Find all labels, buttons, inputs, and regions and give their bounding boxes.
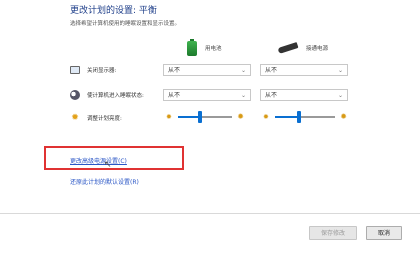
chevron-down-icon: ⌄	[240, 92, 246, 99]
slider-fill	[178, 116, 200, 118]
brightness-bright-icon: ✹	[237, 112, 244, 121]
chevron-down-icon: ⌄	[337, 92, 343, 99]
brightness-plugged-slider[interactable]: ✹ ✹	[263, 110, 347, 124]
display-battery-value: 从不	[168, 67, 181, 74]
brightness-dim-icon: ✹	[166, 113, 172, 121]
brightness-bright-icon: ✹	[340, 112, 347, 121]
setting-row-display: 关闭显示器:	[70, 63, 116, 77]
column-header-battery: 用电池	[187, 38, 222, 56]
save-button[interactable]: 保存修改	[309, 226, 357, 240]
sleep-plugged-select[interactable]: 从不 ⌄	[260, 89, 348, 101]
mouse-cursor-icon: ↖	[104, 160, 112, 170]
setting-row-sleep: 使计算机进入睡眠状态:	[70, 88, 144, 102]
display-battery-select[interactable]: 从不 ⌄	[163, 64, 251, 76]
slider-thumb[interactable]	[297, 111, 301, 123]
sleep-plugged-value: 从不	[265, 92, 278, 99]
setting-label-sleep: 使计算机进入睡眠状态:	[87, 93, 144, 99]
page-subtitle: 选择希望计算机使用的睡眠设置和显示设置。	[70, 21, 181, 27]
column-label-plugged-in: 接通电源	[306, 46, 329, 52]
page-title: 更改计划的设置: 平衡	[70, 6, 157, 16]
slider-thumb[interactable]	[197, 111, 202, 123]
setting-label-brightness: 调整计划亮度:	[87, 116, 122, 122]
slider-fill	[275, 116, 299, 118]
column-header-plugged-in: 接通电源	[277, 40, 329, 56]
setting-row-brightness: ✹ 调整计划亮度:	[70, 111, 122, 125]
setting-label-display: 关闭显示器:	[87, 68, 117, 74]
sleep-battery-select[interactable]: 从不 ⌄	[163, 89, 251, 101]
moon-icon	[70, 90, 80, 100]
display-plugged-value: 从不	[265, 67, 278, 74]
battery-icon	[187, 38, 197, 56]
display-plugged-select[interactable]: 从不 ⌄	[260, 64, 348, 76]
advanced-power-settings-link[interactable]: 更改高级电源设置(C)	[70, 156, 127, 165]
brightness-dim-icon: ✹	[263, 113, 269, 121]
sleep-battery-value: 从不	[168, 92, 181, 99]
restore-defaults-link[interactable]: 还原此计划的默认设置(R)	[70, 177, 139, 186]
column-label-battery: 用电池	[205, 46, 222, 52]
plug-icon	[277, 42, 299, 54]
chevron-down-icon: ⌄	[337, 67, 343, 74]
cancel-button[interactable]: 取消	[366, 226, 402, 240]
sun-icon: ✹	[71, 113, 79, 123]
footer-divider	[0, 213, 420, 214]
chevron-down-icon: ⌄	[240, 67, 246, 74]
monitor-icon	[70, 66, 80, 74]
brightness-battery-slider[interactable]: ✹ ✹	[166, 110, 244, 124]
